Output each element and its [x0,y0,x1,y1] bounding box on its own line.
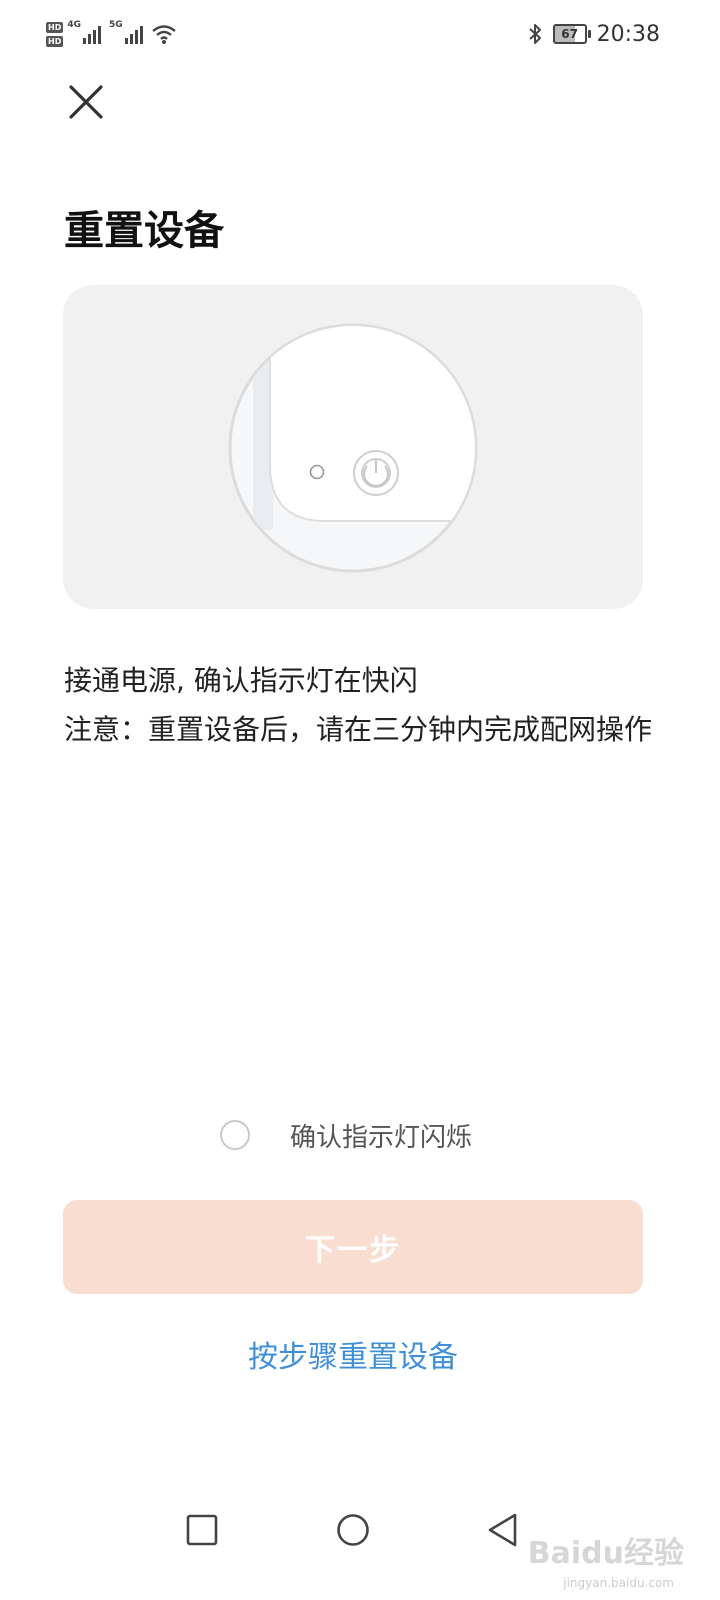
status-left: HD HD 4G 5G [46,18,177,50]
next-button[interactable]: 下一步 [63,1200,643,1294]
square-icon [186,1514,218,1546]
hd-badge: HD [46,35,64,47]
circle-icon [337,1514,369,1546]
signal-icon [83,24,101,44]
home-button[interactable] [336,1513,370,1551]
watermark-logo: Baidu经验 [527,1536,684,1571]
status-time: 20:38 [596,21,660,47]
instruction-line: 接通电源, 确认指示灯在快闪 [64,664,418,697]
battery-icon: 67 [552,24,591,44]
back-triangle-icon [488,1513,517,1547]
signal-icon [124,24,143,44]
status-right: 67 20:38 [527,18,660,50]
reset-by-steps-link[interactable]: 按步骤重置设备 [0,1332,706,1376]
radio-circle-icon[interactable] [220,1120,250,1150]
screen: HD HD 4G 5G 67 20:38 重置设备 接通电源, 确认指示灯在快闪… [0,0,720,1600]
confirm-indicator-checkbox[interactable]: 确认指示灯闪烁 [220,1114,472,1156]
instruction-note: 注意：重置设备后，请在三分钟内完成配网操作 [64,713,653,746]
device-illustration [63,285,643,609]
device-reset-illustration [228,323,478,573]
back-button[interactable] [486,1512,520,1552]
network-type-label: 5G [109,20,123,30]
confirm-label: 确认指示灯闪烁 [290,1122,473,1153]
close-icon [69,85,103,119]
bluetooth-icon [528,24,541,44]
instructions: 接通电源, 确认指示灯在快闪 注意：重置设备后，请在三分钟内完成配网操作 [64,656,654,754]
wifi-icon [151,25,176,44]
watermark-url: jingyan.baidu.com [563,1576,674,1590]
page-title: 重置设备 [64,208,224,254]
hd-badge: HD [46,21,64,33]
close-button[interactable] [66,82,106,122]
network-type-label: 4G [67,20,81,30]
navigation-bar: Baidu经验 jingyan.baidu.com [0,1490,720,1600]
recents-button[interactable] [186,1514,218,1550]
status-bar: HD HD 4G 5G 67 20:38 [0,0,720,72]
